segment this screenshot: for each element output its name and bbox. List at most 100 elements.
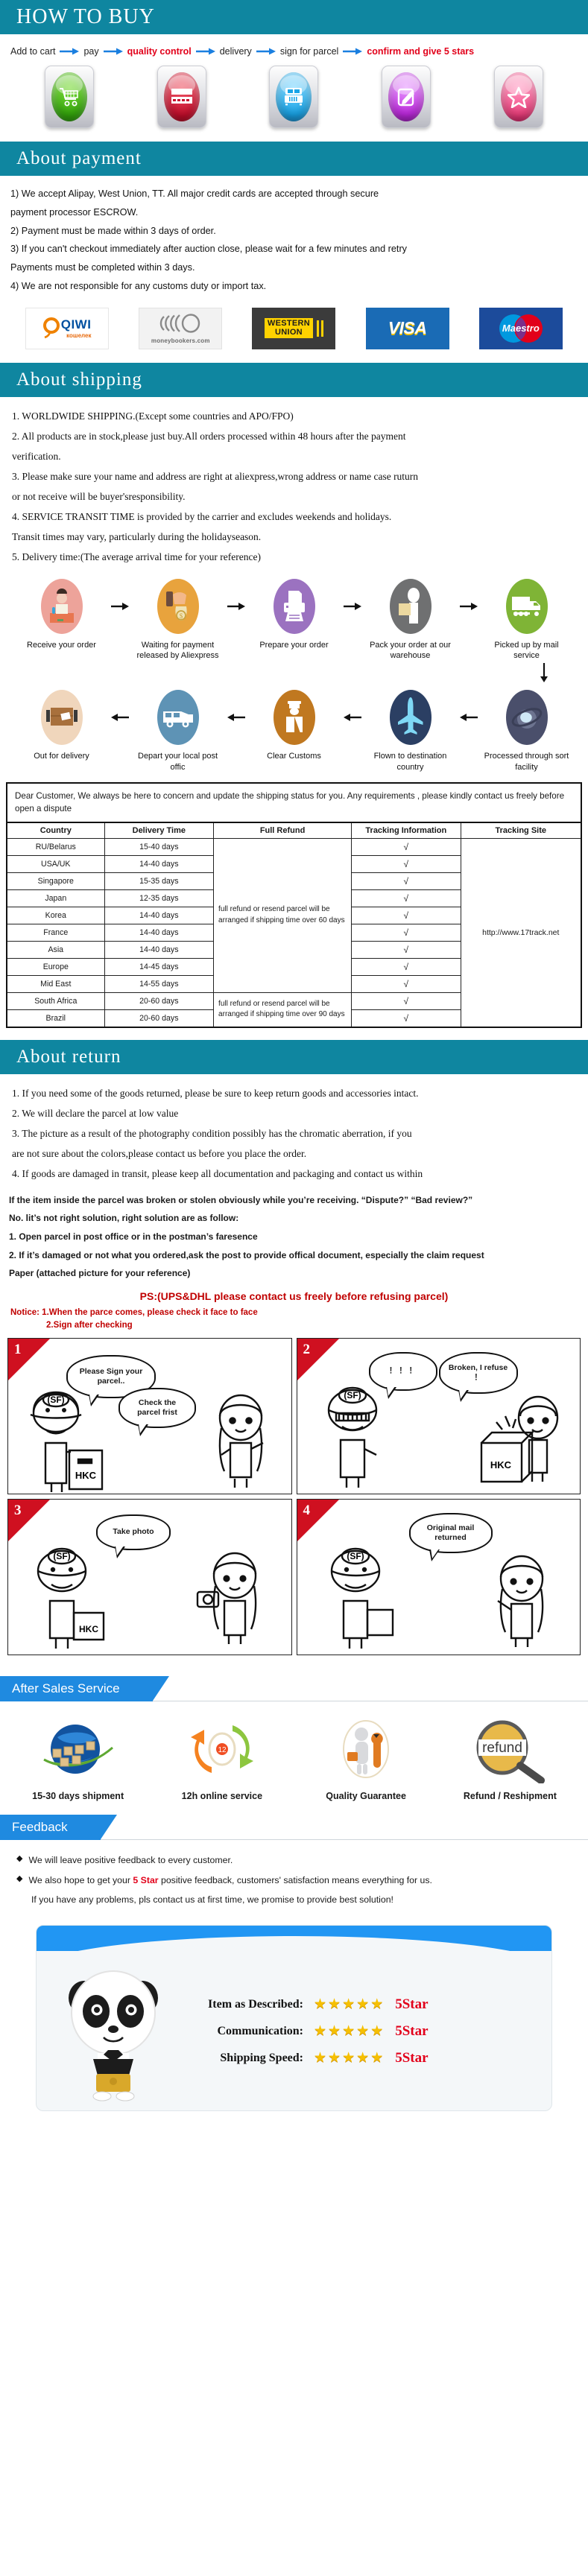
return-bold-5: Paper (attached picture for your referen… xyxy=(9,1268,191,1279)
delivery-truck-icon xyxy=(285,88,303,106)
arrow-right-icon xyxy=(103,48,123,55)
arrow-left-icon xyxy=(226,690,247,745)
how-to-buy-page: HOW TO BUY Add to cart pay quality contr… xyxy=(0,0,588,2111)
after-sales-items: 15-30 days shipment 12 12h online servic… xyxy=(0,1701,588,1804)
cell-tracking: √ xyxy=(351,1009,461,1028)
cell-tracking-site[interactable]: http://www.17track.net xyxy=(460,837,582,1028)
arrow-right-icon xyxy=(343,48,363,55)
shipping-flow-row-2: Out for delivery Depart your local post … xyxy=(0,682,588,773)
comic-panel-1: 1 Please Sign your parcel.. Check the pa… xyxy=(7,1338,292,1495)
after-sales-header: After Sales Service xyxy=(0,1676,588,1702)
feedback-text-2-pre: We also hope to get your xyxy=(28,1874,133,1885)
step-icon-card xyxy=(157,66,206,128)
worker-package-icon xyxy=(389,578,431,634)
flow-label-1: Receive your order xyxy=(27,640,96,650)
cell-tracking: √ xyxy=(351,923,461,942)
th-tracking-info: Tracking Information xyxy=(351,822,461,839)
service-label-online: 12h online service xyxy=(181,1791,263,1802)
flow-step-waiting-payment: $ Waiting for payment released by Aliexp… xyxy=(130,578,226,662)
rating-label: Shipping Speed: xyxy=(220,2051,303,2064)
step-icon-cart xyxy=(45,66,95,128)
flow-step-clear-customs: Clear Customs xyxy=(247,690,342,762)
cell-time: 14-40 days xyxy=(104,940,215,959)
flow-label-9: Flown to destination country xyxy=(373,752,447,773)
girl-camera-figure-icon xyxy=(196,1552,256,1645)
flow-label-4: Pack your order at our warehouse xyxy=(370,640,451,661)
th-country: Country xyxy=(6,822,105,839)
rating-label: Communication: xyxy=(217,2024,303,2037)
feedback-header: Feedback xyxy=(0,1815,588,1841)
banner-how-to-buy: HOW TO BUY xyxy=(0,0,588,34)
return-text: 1. If you need some of the goods returne… xyxy=(0,1074,588,1188)
rating-row-item-as-described: Item as Described: ★ ★ ★ ★ ★ 5Star xyxy=(186,1996,544,2013)
refund-word: refund xyxy=(482,1740,522,1756)
feedback-list: ◆ We will leave positive feedback to eve… xyxy=(0,1840,588,1914)
cell-time: 14-55 days xyxy=(104,974,215,993)
globe-parcels-icon xyxy=(42,1725,113,1774)
star-rating-icon xyxy=(507,86,530,108)
service-label-quality: Quality Guarantee xyxy=(326,1791,406,1802)
customer-girl-figure-icon xyxy=(218,1395,264,1488)
money-hand-icon: $ xyxy=(157,578,199,634)
cell-tracking: √ xyxy=(351,837,461,856)
step-quality-control: quality control xyxy=(127,46,192,57)
flow-label-5: Picked up by mail service xyxy=(494,640,559,661)
section-title-return: About return xyxy=(16,1046,121,1067)
cell-country: Korea xyxy=(6,906,105,924)
cell-tracking: √ xyxy=(351,906,461,924)
cell-time: 12-35 days xyxy=(104,889,215,907)
girl-waving-figure-icon xyxy=(497,1555,544,1648)
qiwi-q-icon xyxy=(42,317,60,338)
comic-panel-3: 3 Take photo (SF) HKC xyxy=(7,1499,292,1656)
cell-tracking: √ xyxy=(351,957,461,976)
rating-row-communication: Communication: ★ ★ ★ ★ ★ 5Star xyxy=(186,2023,544,2040)
cell-refund-90: full refund or resend parcel will be arr… xyxy=(213,992,353,1028)
shipping-status-notice: Dear Customer, We always be here to conc… xyxy=(6,781,582,822)
step-sign-for-parcel: sign for parcel xyxy=(279,46,339,57)
badge-12: 12 xyxy=(218,1746,227,1754)
postman-figure-icon: (SF) HKC xyxy=(30,1392,104,1493)
moneybookers-arcs-icon xyxy=(160,313,200,333)
cell-country: Brazil xyxy=(6,1009,105,1028)
return-line-3: 3. The picture as a result of the photog… xyxy=(12,1127,412,1139)
cell-country: USA/UK xyxy=(6,854,105,873)
svg-text:(SF): (SF) xyxy=(47,1395,64,1405)
cell-tracking: √ xyxy=(351,854,461,873)
cell-tracking: √ xyxy=(351,940,461,959)
service-label-refund: Refund / Reshipment xyxy=(463,1791,557,1802)
cell-time: 14-40 days xyxy=(104,923,215,942)
customs-officer-icon xyxy=(273,690,315,746)
western-union-line-1: WESTERN xyxy=(267,319,311,329)
svg-text:HKC: HKC xyxy=(79,1624,98,1634)
qiwi-logo: QIWI кошелек xyxy=(25,307,110,349)
flow-label-3: Prepare your order xyxy=(259,640,329,650)
cell-time: 14-40 days xyxy=(104,906,215,924)
payment-line-5: Payments must be completed within 3 days… xyxy=(10,262,195,273)
delivery-time-table: Country Delivery Time Full Refund Tracki… xyxy=(6,821,582,1028)
cell-country: Singapore xyxy=(6,872,105,890)
panel-number-4: 4 xyxy=(303,1503,311,1519)
ratings-list: Item as Described: ★ ★ ★ ★ ★ 5Star Communica… xyxy=(172,1986,544,2077)
maestro-label: Maestro xyxy=(502,323,540,334)
return-notice-2: 2.Sign after checking xyxy=(46,1320,133,1330)
panel-number-1: 1 xyxy=(14,1342,22,1358)
table-header-row: Country Delivery Time Full Refund Tracki… xyxy=(6,822,582,839)
step-confirm-five-stars: confirm and give 5 stars xyxy=(367,46,475,57)
card-top-bar xyxy=(37,1925,551,1969)
star-rating-icon: ★ ★ ★ ★ ★ xyxy=(314,1996,384,2013)
post-van-icon xyxy=(157,690,199,746)
return-bold-3: 1. Open parcel in post office or in the … xyxy=(9,1231,258,1242)
postman-figure-icon: (SF) HKC xyxy=(37,1548,105,1649)
payment-text: 1) We accept Alipay, West Union, TT. All… xyxy=(0,176,588,300)
speech-bubble-broken-refuse: Broken, I refuse ！ xyxy=(438,1352,518,1403)
flow-label-7: Depart your local post offic xyxy=(138,752,218,773)
flow-label-8: Clear Customs xyxy=(267,752,321,761)
flow-step-pack-order: Pack your order at our warehouse xyxy=(363,578,458,662)
cell-refund-60: full refund or resend parcel will be arr… xyxy=(213,837,353,993)
th-delivery-time: Delivery Time xyxy=(104,822,215,839)
cell-country: France xyxy=(6,923,105,942)
return-notice-1: Notice: 1.When the parce comes, please c… xyxy=(10,1307,258,1317)
step-add-to-cart: Add to cart xyxy=(10,46,56,57)
payment-line-1: 1) We accept Alipay, West Union, TT. All… xyxy=(10,188,379,199)
rating-label: Item as Described: xyxy=(208,1997,303,2011)
